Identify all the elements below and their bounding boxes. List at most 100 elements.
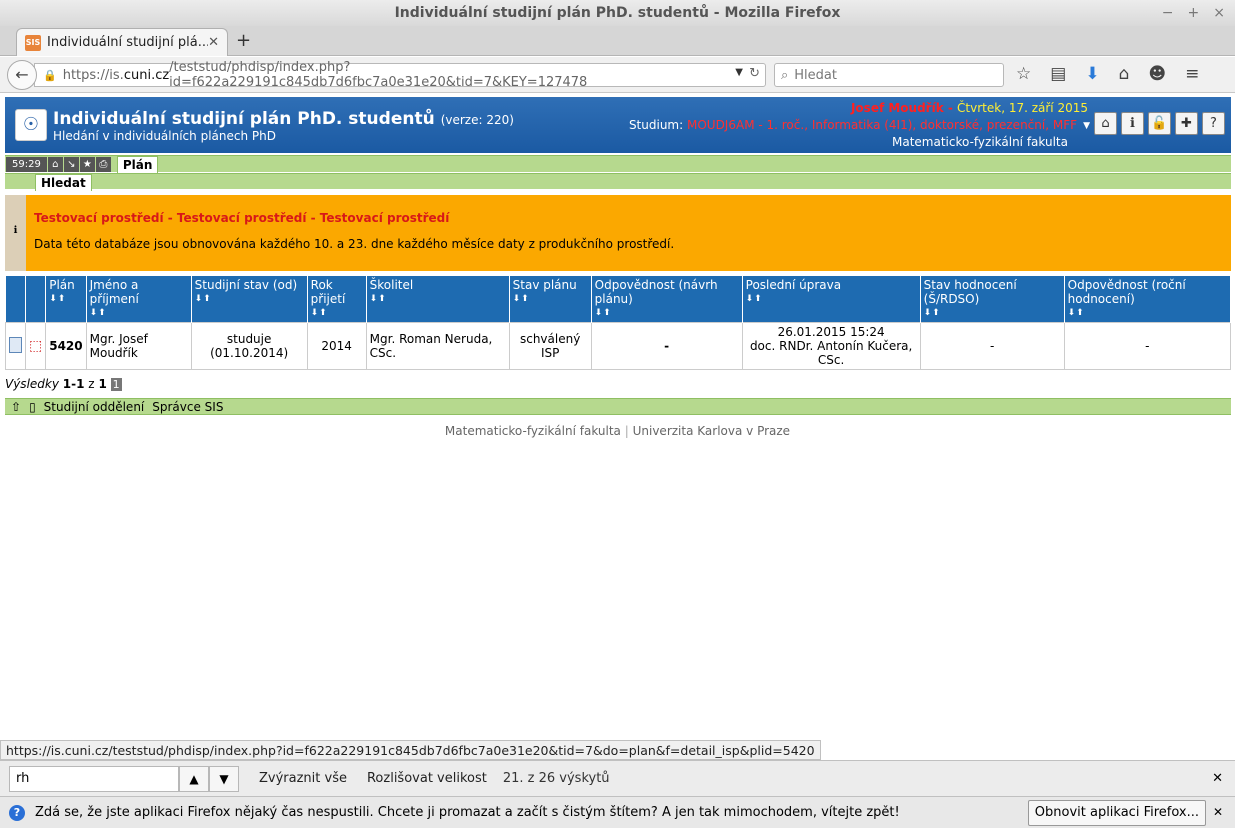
find-next-button[interactable]: ▼ (209, 765, 239, 792)
cell-year: 2014 (306, 322, 367, 370)
current-date: Čtvrtek, 17. září 2015 (957, 101, 1088, 115)
new-tab-icon[interactable]: + (236, 30, 251, 51)
sort-arrows-icon[interactable]: ⬇⬆ (595, 306, 739, 320)
find-bar: rh ▲ ▼ Zvýraznit vše Rozlišovat velikost… (0, 760, 1235, 796)
search-input[interactable]: ⌕ Hledat (774, 63, 1004, 87)
minimize-icon[interactable]: − (1162, 0, 1174, 26)
cell-last-edit: 26.01.2015 15:24 doc. RNDr. Antonín Kučer… (741, 322, 921, 370)
footer-faculty-link[interactable]: Matematicko-fyzikální fakulta (445, 424, 621, 438)
cell-plan[interactable]: 5420 (45, 322, 87, 370)
col-status[interactable]: Studijní stav (od) ⬇⬆ (191, 276, 308, 323)
page-footer: Matematicko-fyzikální fakulta | Univerzi… (444, 424, 791, 438)
col-name[interactable]: Jméno a příjmení ⬇⬆ (86, 276, 192, 323)
window-title: Individuální studijní plán PhD. studentů… (394, 5, 841, 21)
cell-resp-eval: - (1063, 322, 1232, 370)
user-name[interactable]: Josef Moudřík (851, 101, 944, 115)
downloads-icon[interactable]: ⬇ (1085, 64, 1099, 84)
col-supervisor[interactable]: Školitel ⬇⬆ (366, 276, 510, 323)
menu-arrow-icon[interactable]: ↘ (63, 156, 79, 172)
cell-plan-state: schválený ISP (508, 322, 592, 370)
pdf-icon[interactable]: ⬚ (29, 338, 42, 354)
version-label: (verze: 220) (440, 113, 514, 127)
col-resp-plan[interactable]: Odpovědnost (návrh plánu) ⬇⬆ (591, 276, 743, 323)
language-flag-icon[interactable]: ✚ (1175, 112, 1198, 135)
col-eval-state[interactable]: Stav hodnocení (Š/RDSO) ⬇⬆ (920, 276, 1065, 323)
url-prefix: https://is. (62, 67, 124, 83)
menu-home-icon[interactable]: ⌂ (47, 156, 63, 172)
studium-selector[interactable]: Studium: MOUDJ6AM - 1. roč., Informatika… (629, 118, 1077, 132)
menu-print-icon[interactable]: ⎙ (95, 156, 111, 172)
refresh-firefox-button[interactable]: Obnovit aplikaci Firefox... (1027, 800, 1206, 826)
navigation-bar: 🔒 https://is. cuni.cz/teststud/phdisp/ind… (0, 57, 1235, 93)
document-icon[interactable] (9, 336, 22, 353)
app-logo-icon[interactable]: ☉ (15, 109, 47, 141)
sort-arrows-icon[interactable]: ⬇⬆ (311, 306, 363, 320)
cell-eval-state: - (919, 322, 1065, 370)
footer-university-link[interactable]: Univerzita Karlova v Praze (633, 424, 790, 438)
tab-close-icon[interactable]: ✕ (208, 35, 219, 50)
faculty-label: Matematicko-fyzikální fakulta (892, 135, 1068, 149)
match-case-toggle[interactable]: Rozlišovat velikost (367, 771, 487, 786)
sort-arrows-icon[interactable]: ⬇⬆ (513, 292, 588, 306)
help-icon[interactable]: ? (1202, 112, 1225, 135)
home-icon[interactable]: ⌂ (1119, 64, 1130, 84)
find-close-icon[interactable]: ✕ (1212, 771, 1223, 786)
sis-admin-link[interactable]: Správce SIS (152, 400, 223, 414)
tab-bar: SIS Individuální studijní plá... ✕ + (0, 26, 1235, 56)
help-book-icon[interactable]: ℹ (1121, 112, 1144, 135)
col-year[interactable]: Rok přijetí ⬇⬆ (307, 276, 367, 323)
col-last-edit[interactable]: Poslední úprava ⬇⬆ (742, 276, 921, 323)
close-icon[interactable]: × (1213, 0, 1225, 26)
url-dropdown-icon[interactable]: ▼ (735, 67, 743, 78)
results-label: Výsledky (5, 377, 59, 391)
warning-title: Testovací prostředí - Testovací prostřed… (34, 211, 450, 225)
studium-dropdown-icon[interactable]: ▼ (1083, 121, 1090, 131)
search-icon: ⌕ (781, 67, 789, 83)
chat-icon[interactable]: ☻ (1148, 64, 1166, 84)
footer-links-bar: ⇧ ▯ Studijní oddělení Správce SIS (5, 398, 1231, 415)
col-resp-eval[interactable]: Odpovědnost (roční hodnocení) ⬇⬆ (1064, 276, 1232, 323)
highlight-all-toggle[interactable]: Zvýraznit vše (259, 771, 347, 786)
col-plan-state[interactable]: Stav plánu ⬇⬆ (509, 276, 592, 323)
find-previous-button[interactable]: ▲ (179, 765, 209, 792)
browser-tab[interactable]: SIS Individuální studijní plá... ✕ (16, 28, 228, 56)
page-button[interactable]: 1 (110, 378, 122, 391)
notification-close-icon[interactable]: ✕ (1213, 805, 1223, 819)
url-domain: cuni.cz (123, 67, 170, 83)
tab-plan[interactable]: Plán (116, 155, 159, 173)
warning-text: Data této databáze jsou obnovována každé… (34, 237, 675, 251)
cell-supervisor: Mgr. Roman Neruda, CSc. (365, 322, 510, 370)
tab-search[interactable]: Hledat (35, 174, 92, 191)
maximize-icon[interactable]: + (1188, 0, 1200, 26)
sort-arrows-icon[interactable]: ⬇⬆ (370, 292, 506, 306)
scroll-top-icon[interactable]: ⇧ (11, 400, 21, 414)
lock-icon: 🔒 (43, 68, 57, 82)
sort-arrows-icon[interactable]: ⬇⬆ (746, 292, 917, 306)
home-icon[interactable]: ⌂ (1094, 112, 1117, 135)
question-icon: ? (9, 804, 25, 821)
back-button[interactable]: ← (7, 60, 37, 90)
sort-arrows-icon[interactable]: ⬇⬆ (1068, 306, 1227, 320)
url-bar[interactable]: 🔒 https://is. cuni.cz/teststud/phdisp/ind… (34, 60, 766, 90)
study-office-link[interactable]: Studijní oddělení (44, 400, 145, 414)
bookmark-star-icon[interactable]: ☆ (1016, 64, 1031, 84)
cell-status: studuje (01.10.2014) (190, 322, 308, 370)
cell-name: Mgr. Josef Moudřík (85, 322, 192, 370)
logout-lock-icon[interactable]: 🔓 (1148, 112, 1171, 135)
search-placeholder: Hledat (794, 67, 837, 83)
user-info: Josef Moudřík - Čtvrtek, 17. září 2015 (850, 101, 1088, 115)
reload-icon[interactable]: ↻ (749, 66, 760, 81)
studium-value[interactable]: MOUDJ6AM - 1. roč., Informatika (4I1), d… (687, 118, 1077, 132)
page-subtitle: Hledání v individuálních plánech PhD (53, 129, 276, 143)
reading-list-icon[interactable]: ▤ (1050, 64, 1066, 84)
sort-arrows-icon[interactable]: ⬇⬆ (195, 292, 304, 306)
sort-arrows-icon[interactable]: ⬇⬆ (90, 306, 188, 320)
col-plan[interactable]: Plán ⬇⬆ (45, 276, 87, 323)
sort-arrows-icon[interactable]: ⬇⬆ (924, 306, 1061, 320)
menu-star-icon[interactable]: ★ (79, 156, 95, 172)
sort-arrows-icon[interactable]: ⬇⬆ (49, 292, 82, 306)
find-input[interactable]: rh (9, 765, 179, 792)
notification-text: Zdá se, že jste aplikaci Firefox nějaký … (35, 805, 900, 820)
results-range: 1-1 (62, 377, 85, 391)
menu-icon[interactable]: ≡ (1185, 64, 1199, 84)
